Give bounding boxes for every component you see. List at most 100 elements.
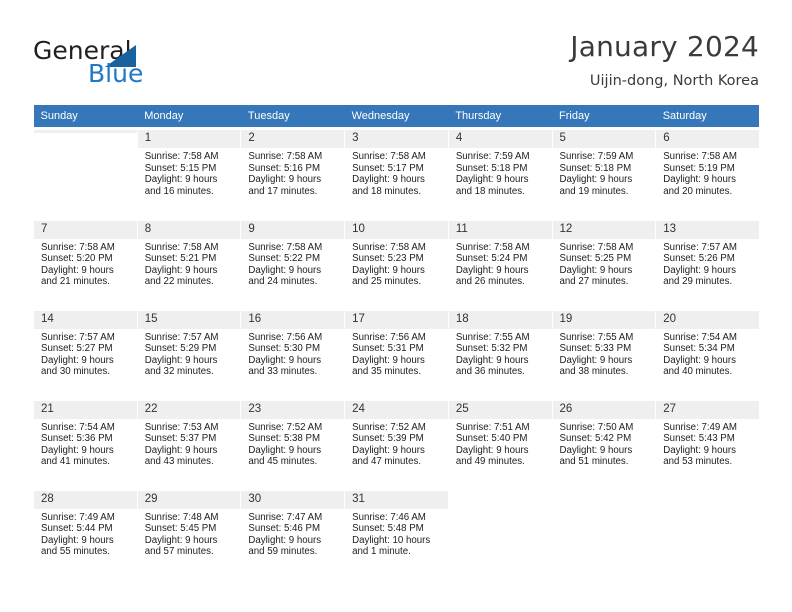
general-blue-logo[interactable]: General Blue [33, 36, 233, 88]
sunrise-text: Sunrise: 7:47 AM [248, 511, 323, 523]
daylight-text-line2: and 55 minutes. [41, 546, 110, 558]
daylight-text-line2: and 53 minutes. [663, 456, 733, 468]
day-cell-empty [447, 487, 553, 577]
day-cell[interactable]: 21 Sunrise: 7:54 AM Sunset: 5:36 PM Dayligh… [33, 397, 138, 487]
page-title: January 2024 [570, 30, 759, 63]
daylight-text-line1: Daylight: 9 hours [455, 174, 529, 186]
day-cell[interactable]: 27 Sunrise: 7:49 AM Sunset: 5:43 PM Dayligh… [655, 397, 760, 487]
day-cell[interactable]: 12 Sunrise: 7:58 AM Sunset: 5:25 PM Dayligh… [551, 217, 657, 307]
day-cell[interactable]: 23 Sunrise: 7:52 AM Sunset: 5:38 PM Dayligh… [240, 397, 346, 487]
sunrise-text: Sunrise: 7:58 AM [248, 241, 323, 253]
day-cell[interactable]: 1 Sunrise: 7:58 AM Sunset: 5:15 PM Daylight… [136, 127, 242, 217]
sunrise-text: Sunrise: 7:55 AM [559, 331, 634, 343]
day-info: Sunrise: 7:52 AM Sunset: 5:39 PM Daylight:… [352, 421, 442, 468]
day-cell[interactable]: 13 Sunrise: 7:57 AM Sunset: 5:26 PM Dayligh… [655, 217, 760, 307]
daylight-text-line2: and 40 minutes. [663, 366, 733, 378]
sunrise-text: Sunrise: 7:48 AM [144, 511, 219, 523]
daylight-text-line2: and 19 minutes. [559, 185, 629, 197]
sunset-text: Sunset: 5:42 PM [559, 433, 632, 445]
day-number: 20 [656, 310, 759, 329]
day-cell[interactable]: 30 Sunrise: 7:47 AM Sunset: 5:46 PM Dayligh… [240, 487, 346, 577]
day-number: 8 [137, 220, 241, 239]
sunrise-text: Sunrise: 7:54 AM [41, 421, 115, 433]
daylight-text-line2: and 24 minutes. [248, 276, 318, 288]
day-number: 23 [241, 400, 345, 419]
daylight-text-line2: and 17 minutes. [248, 185, 318, 197]
week-row: 28 Sunrise: 7:49 AM Sunset: 5:44 PM Dayligh… [33, 487, 760, 577]
day-cell[interactable]: 8 Sunrise: 7:58 AM Sunset: 5:21 PM Daylight… [136, 217, 242, 307]
day-cell[interactable]: 6 Sunrise: 7:58 AM Sunset: 5:19 PM Daylight… [655, 127, 760, 217]
daylight-text-line1: Daylight: 9 hours [248, 534, 322, 546]
day-cell[interactable] [33, 127, 138, 217]
day-cell-empty [551, 487, 657, 577]
daylight-text-line1: Daylight: 9 hours [352, 174, 425, 186]
daylight-text-line2: and 16 minutes. [144, 185, 214, 197]
day-cell[interactable]: 19 Sunrise: 7:55 AM Sunset: 5:33 PM Dayligh… [551, 307, 657, 397]
day-info: Sunrise: 7:57 AM Sunset: 5:26 PM Daylight:… [663, 241, 753, 288]
weekday-header-tuesday: Tuesday [240, 105, 345, 127]
day-info [663, 496, 753, 497]
day-number: 6 [656, 130, 759, 148]
daylight-text-line1: Daylight: 9 hours [248, 174, 322, 186]
sunrise-text: Sunrise: 7:58 AM [455, 241, 530, 253]
sunrise-text: Sunrise: 7:52 AM [352, 421, 426, 433]
day-cell[interactable]: 17 Sunrise: 7:56 AM Sunset: 5:31 PM Dayligh… [344, 307, 449, 397]
weekday-header-sunday: Sunday [33, 105, 138, 127]
day-number: 9 [241, 220, 345, 239]
day-number: 17 [345, 310, 448, 329]
day-cell[interactable]: 25 Sunrise: 7:51 AM Sunset: 5:40 PM Dayligh… [447, 397, 553, 487]
day-info: Sunrise: 7:58 AM Sunset: 5:22 PM Daylight:… [248, 241, 338, 288]
day-info: Sunrise: 7:58 AM Sunset: 5:25 PM Daylight:… [560, 241, 650, 288]
day-info [560, 496, 650, 497]
day-cell[interactable]: 7 Sunrise: 7:58 AM Sunset: 5:20 PM Daylight… [33, 217, 138, 307]
day-cell[interactable]: 5 Sunrise: 7:59 AM Sunset: 5:18 PM Daylight… [551, 127, 657, 217]
day-number: 29 [137, 490, 241, 509]
day-cell[interactable]: 11 Sunrise: 7:58 AM Sunset: 5:24 PM Dayligh… [447, 217, 553, 307]
day-cell[interactable]: 14 Sunrise: 7:57 AM Sunset: 5:27 PM Dayligh… [33, 307, 138, 397]
daylight-text-line2: and 1 minute. [352, 546, 411, 558]
day-cell[interactable]: 18 Sunrise: 7:55 AM Sunset: 5:32 PM Dayligh… [447, 307, 553, 397]
day-info: Sunrise: 7:54 AM Sunset: 5:36 PM Daylight:… [41, 421, 131, 468]
sunset-text: Sunset: 5:17 PM [352, 162, 424, 174]
day-info: Sunrise: 7:58 AM Sunset: 5:24 PM Daylight:… [456, 241, 546, 288]
day-number: 18 [448, 310, 552, 329]
day-cell[interactable]: 3 Sunrise: 7:58 AM Sunset: 5:17 PM Daylight… [344, 127, 449, 217]
day-cell[interactable]: 22 Sunrise: 7:53 AM Sunset: 5:37 PM Dayligh… [136, 397, 242, 487]
daylight-text-line2: and 26 minutes. [455, 276, 525, 288]
daylight-text-line2: and 45 minutes. [248, 456, 318, 468]
day-cell[interactable]: 28 Sunrise: 7:49 AM Sunset: 5:44 PM Dayligh… [33, 487, 138, 577]
sunset-text: Sunset: 5:39 PM [352, 433, 424, 445]
sunset-text: Sunset: 5:19 PM [663, 162, 735, 174]
sunset-text: Sunset: 5:48 PM [352, 523, 424, 535]
day-cell[interactable]: 10 Sunrise: 7:58 AM Sunset: 5:23 PM Dayligh… [344, 217, 449, 307]
weekday-header-saturday: Saturday [655, 105, 760, 127]
title-block: January 2024 Uijin-dong, North Korea [570, 30, 759, 90]
day-number: 5 [552, 130, 656, 148]
day-number: 10 [345, 220, 448, 239]
daylight-text-line1: Daylight: 9 hours [352, 264, 425, 276]
day-cell[interactable]: 29 Sunrise: 7:48 AM Sunset: 5:45 PM Dayligh… [136, 487, 242, 577]
day-cell[interactable]: 16 Sunrise: 7:56 AM Sunset: 5:30 PM Dayligh… [240, 307, 346, 397]
day-number: 2 [241, 130, 345, 148]
day-cell[interactable]: 31 Sunrise: 7:46 AM Sunset: 5:48 PM Dayligh… [344, 487, 449, 577]
daylight-text-line2: and 30 minutes. [41, 366, 110, 378]
day-cell[interactable]: 2 Sunrise: 7:58 AM Sunset: 5:16 PM Daylight… [240, 127, 346, 217]
day-cell[interactable]: 15 Sunrise: 7:57 AM Sunset: 5:29 PM Dayligh… [136, 307, 242, 397]
sunrise-text: Sunrise: 7:54 AM [663, 331, 737, 343]
daylight-text-line1: Daylight: 9 hours [559, 264, 633, 276]
week-row: 1 Sunrise: 7:58 AM Sunset: 5:15 PM Daylight… [33, 127, 760, 217]
day-cell[interactable]: 24 Sunrise: 7:52 AM Sunset: 5:39 PM Dayligh… [344, 397, 449, 487]
day-info: Sunrise: 7:58 AM Sunset: 5:20 PM Daylight:… [41, 241, 131, 288]
daylight-text-line1: Daylight: 9 hours [559, 444, 633, 456]
day-number: 19 [552, 310, 656, 329]
day-info: Sunrise: 7:48 AM Sunset: 5:45 PM Daylight:… [145, 511, 235, 558]
day-info: Sunrise: 7:58 AM Sunset: 5:17 PM Daylight:… [352, 150, 442, 197]
sunrise-text: Sunrise: 7:58 AM [144, 241, 219, 253]
day-cell[interactable]: 9 Sunrise: 7:58 AM Sunset: 5:22 PM Daylight… [240, 217, 346, 307]
day-number [553, 491, 656, 494]
day-cell[interactable]: 26 Sunrise: 7:50 AM Sunset: 5:42 PM Dayligh… [551, 397, 657, 487]
day-number: 14 [34, 310, 137, 329]
day-cell[interactable]: 4 Sunrise: 7:59 AM Sunset: 5:18 PM Daylight… [447, 127, 553, 217]
day-cell[interactable]: 20 Sunrise: 7:54 AM Sunset: 5:34 PM Dayligh… [655, 307, 760, 397]
daylight-text-line1: Daylight: 9 hours [663, 174, 736, 186]
